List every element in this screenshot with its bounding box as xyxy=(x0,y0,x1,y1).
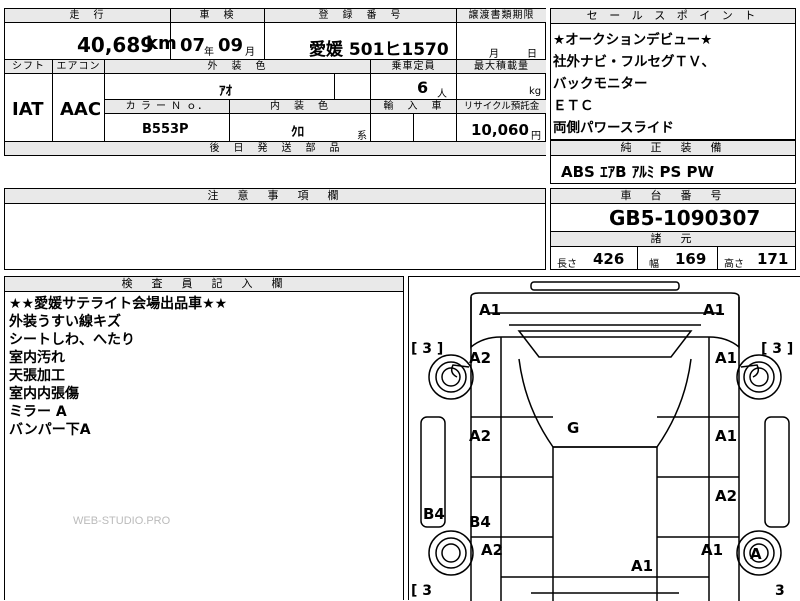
selling-point-item: 社外ナビ・フルセグＴＶ、 xyxy=(553,54,715,70)
selling-points-list: ★オークションデビュー★ 社外ナビ・フルセグＴＶ、 バックモニター ＥＴＣ 両側… xyxy=(553,29,715,139)
mark-sill-l: B4 xyxy=(423,505,445,523)
height-label: 高さ xyxy=(724,259,744,270)
import-cell-a xyxy=(371,114,414,142)
inspector-note: 外装うすい線キズ xyxy=(9,314,121,330)
exterior-label: 外 装 色 xyxy=(105,60,371,74)
max-load-label: 最大積載量 xyxy=(457,60,546,74)
inspector-note: シートしわ、へたり xyxy=(9,332,135,348)
mileage-value: 40,689 xyxy=(77,33,155,57)
standard-equipment-panel: 純 正 装 備 ABS ｴｱB ｱﾙﾐ PS PW xyxy=(550,140,796,184)
mark-front-left: A1 xyxy=(479,301,502,319)
standard-equipment-value: ABS ｴｱB ｱﾙﾐ PS PW xyxy=(561,163,715,181)
ac-value: AAC xyxy=(60,99,102,120)
shift-value: IAT xyxy=(12,99,44,120)
selling-points-label: セ ー ル ス ポ イ ン ト xyxy=(551,9,795,24)
color-no-value: B553P xyxy=(142,122,189,137)
inspector-note: ミラー A xyxy=(9,404,67,420)
recycle-label: リサイクル預託金 xyxy=(457,100,546,114)
selling-point-item: バックモニター xyxy=(553,76,648,92)
watermark: WEB-STUDIO.PRO xyxy=(73,515,171,527)
mark-tire-rr: 3 xyxy=(775,583,785,599)
capacity-label: 乗車定員 xyxy=(371,60,457,74)
mileage-label: 走 行 xyxy=(5,9,171,23)
mark-roof: G xyxy=(567,419,580,437)
inspector-notes: ★★愛媛サテライト会場出品車★★ 外装うすい線キズ シートしわ、へたり 室内汚れ… xyxy=(9,295,227,439)
spec-label: 諸 元 xyxy=(551,231,795,247)
car-diagram xyxy=(420,281,790,601)
inspection-label: 車 検 xyxy=(171,9,265,23)
interior-value: ｸﾛ xyxy=(291,125,304,140)
cautions-label: 注 意 事 項 欄 xyxy=(5,189,545,204)
color-no-label: カ ラ ー Ｎ ｏ． xyxy=(105,100,230,114)
mark-door-r2: A2 xyxy=(715,487,738,505)
later-parts-label: 後 日 発 送 部 品 xyxy=(5,142,546,156)
length-value: 426 xyxy=(593,250,625,268)
import-cell-b xyxy=(414,114,457,142)
width-label: 幅 xyxy=(649,259,659,270)
transfer-label: 譲渡書類期限 xyxy=(457,9,546,23)
selling-point-item: 両側パワースライド xyxy=(553,120,674,136)
mark-door-l1: A2 xyxy=(469,427,492,445)
selling-points-panel: セ ー ル ス ポ イ ン ト ★オークションデビュー★ 社外ナビ・フルセグＴＶ… xyxy=(550,8,796,140)
mark-quarter-l: A2 xyxy=(481,541,504,559)
mark-quarter-r: A1 xyxy=(701,541,724,559)
mark-tire-fr: [ 3 ] xyxy=(761,341,794,357)
inspector-note: 室内内張傷 xyxy=(9,386,79,402)
length-label: 長さ xyxy=(557,259,577,270)
inspection-month: 09 xyxy=(218,35,244,56)
width-value: 169 xyxy=(675,250,707,268)
exterior-cell-extra xyxy=(335,74,371,100)
max-load-unit: kg xyxy=(529,86,542,97)
inspector-note: バンパー下A xyxy=(9,422,91,438)
mark-tire-rl: [ 3 xyxy=(411,583,433,599)
inspector-note: 室内汚れ xyxy=(9,350,65,366)
chassis-label: 車 台 番 号 xyxy=(551,189,795,204)
capacity-value: 6 xyxy=(417,78,429,97)
chassis-value: GB5-1090307 xyxy=(609,206,761,230)
shift-label: シフト xyxy=(5,60,53,74)
mark-door-l2: B4 xyxy=(469,513,491,531)
registration-value: 愛媛 501ヒ1570 xyxy=(309,40,449,60)
vehicle-info-table: 走 行 車 検 登 録 番 号 譲渡書類期限 40,689 km 07 年 09… xyxy=(4,8,546,156)
cautions-panel: 注 意 事 項 欄 xyxy=(4,188,546,270)
mark-fender-r: A1 xyxy=(715,349,738,367)
recycle-value: 10,060 xyxy=(471,121,529,139)
mark-fender-l: A2 xyxy=(469,349,492,367)
inspection-year: 07 xyxy=(180,35,206,56)
exterior-value: ｱｵ xyxy=(219,84,232,99)
car-map-panel: A1 A1 [ 3 ] [ 3 ] A2 A1 A2 G A1 A2 B4 B4… xyxy=(408,276,800,601)
mark-front-right: A1 xyxy=(703,301,726,319)
recycle-unit: 円 xyxy=(531,131,541,142)
interior-label: 内 装 色 xyxy=(230,100,371,114)
standard-equipment-label: 純 正 装 備 xyxy=(551,141,795,156)
mark-rear: A1 xyxy=(631,557,654,575)
chassis-panel: 車 台 番 号 GB5-1090307 諸 元 長さ 426 幅 169 高さ … xyxy=(550,188,796,270)
transfer-day-unit: 日 xyxy=(527,49,537,60)
inspector-panel: 検 査 員 記 入 欄 ★★愛媛サテライト会場出品車★★ 外装うすい線キズ シー… xyxy=(4,276,404,600)
height-value: 171 xyxy=(757,250,789,268)
inspector-label: 検 査 員 記 入 欄 xyxy=(5,277,403,292)
spec-divider-2 xyxy=(717,247,718,269)
registration-label: 登 録 番 号 xyxy=(265,9,457,23)
inspector-note: 天張加工 xyxy=(9,368,65,384)
mark-tire-fl: [ 3 ] xyxy=(411,341,444,357)
capacity-unit: 人 xyxy=(437,89,447,100)
spec-divider-1 xyxy=(637,247,638,269)
inspection-month-unit: 月 xyxy=(245,47,255,58)
mark-door-r1: A1 xyxy=(715,427,738,445)
mark-wheel-r: A xyxy=(750,545,762,563)
inspector-note: ★★愛媛サテライト会場出品車★★ xyxy=(9,296,228,312)
top-strip xyxy=(0,0,800,6)
ac-label: エアコン xyxy=(53,60,105,74)
selling-point-item: ＥＴＣ xyxy=(553,98,594,114)
selling-point-item: ★オークションデビュー★ xyxy=(553,32,713,48)
transfer-month-unit: 月 xyxy=(489,49,499,60)
interior-unit: 系 xyxy=(357,131,367,142)
inspection-year-unit: 年 xyxy=(204,47,214,58)
import-label: 輸 入 車 xyxy=(371,100,457,114)
